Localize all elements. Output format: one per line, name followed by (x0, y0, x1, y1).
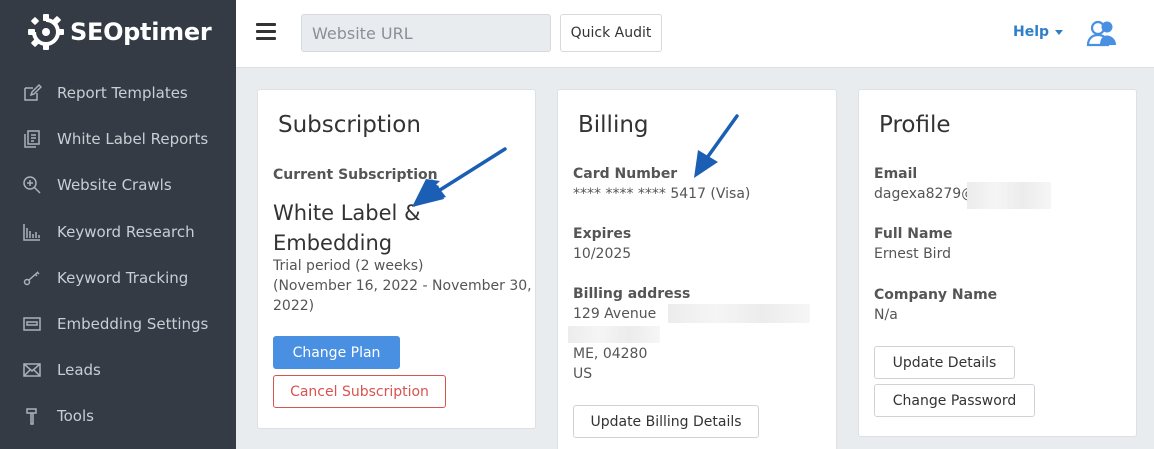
update-details-button[interactable]: Update Details (874, 346, 1015, 379)
sidebar-item-label: Website Crawls (57, 176, 172, 195)
card-number-value: **** **** **** 5417 (Visa) (573, 186, 751, 202)
annotation-arrow-icon (694, 114, 739, 178)
mail-icon (23, 363, 41, 377)
company-name-label: Company Name (874, 287, 998, 303)
help-label: Help (1013, 24, 1050, 40)
trial-dates-text: (November 16, 2022 - November 30, (273, 278, 532, 294)
change-password-button[interactable]: Change Password (874, 384, 1035, 417)
sidebar-item-keyword-tracking[interactable]: Keyword Tracking (0, 255, 236, 301)
change-plan-button[interactable]: Change Plan (273, 336, 400, 369)
sidebar-item-label: Leads (57, 361, 101, 380)
address-line-3: ME, 04280 (573, 346, 648, 362)
embed-icon (23, 317, 41, 331)
website-url-input[interactable] (301, 14, 551, 52)
hammer-icon (26, 408, 37, 426)
sidebar-nav: Report Templates White Label Reports Web… (0, 70, 236, 440)
plan-name-line1: White Label & (273, 201, 421, 225)
plan-name-line2: Embedding (273, 231, 393, 255)
help-dropdown[interactable]: Help (1013, 24, 1064, 40)
logo[interactable]: SEOptimer (28, 12, 212, 52)
update-billing-details-button[interactable]: Update Billing Details (573, 405, 759, 438)
email-label: Email (874, 166, 918, 182)
profile-card: Profile Email dagexa8279@ Full Name Erne… (858, 89, 1137, 437)
sidebar-item-label: Tools (57, 407, 94, 426)
copy-icon (24, 130, 40, 149)
redacted-email-domain (967, 182, 1051, 209)
sidebar-item-white-label-reports[interactable]: White Label Reports (0, 116, 236, 162)
address-line-1: 129 Avenue (573, 306, 657, 322)
subscription-title: Subscription (278, 112, 421, 138)
sidebar-item-embedding-settings[interactable]: Embedding Settings (0, 301, 236, 347)
annotation-arrow-icon (412, 147, 507, 207)
sidebar-item-tools[interactable]: Tools (0, 393, 236, 439)
full-name-value: Ernest Bird (874, 246, 951, 262)
key-icon (23, 271, 40, 286)
sidebar-item-website-crawls[interactable]: Website Crawls (0, 162, 236, 208)
quick-audit-button[interactable]: Quick Audit (560, 14, 662, 52)
logo-text: SEOptimer (70, 18, 212, 46)
email-value: dagexa8279@ (874, 186, 976, 202)
sidebar-item-leads[interactable]: Leads (0, 347, 236, 393)
subscription-card: Subscription Current Subscription White … (257, 89, 536, 429)
gear-logo-icon (28, 14, 64, 50)
card-number-label: Card Number (573, 166, 678, 182)
menu-toggle-icon[interactable] (256, 23, 276, 41)
profile-title: Profile (879, 112, 951, 138)
edit-icon (24, 84, 42, 101)
trial-period-text: Trial period (2 weeks) (273, 258, 424, 274)
company-name-value: N/a (874, 307, 898, 323)
address-line-4: US (573, 366, 593, 382)
sidebar-item-label: Keyword Tracking (57, 268, 189, 287)
sidebar-item-label: White Label Reports (57, 130, 209, 149)
sidebar-item-label: Report Templates (57, 84, 188, 103)
zoom-icon (23, 176, 41, 194)
redacted-address (668, 304, 810, 323)
users-icon[interactable] (1086, 18, 1118, 48)
bar-chart-icon (23, 223, 40, 241)
topbar: Quick Audit Help (236, 0, 1154, 68)
expires-label: Expires (573, 226, 632, 242)
expires-value: 10/2025 (573, 246, 632, 262)
cancel-subscription-button[interactable]: Cancel Subscription (273, 375, 446, 408)
sidebar-item-report-templates[interactable]: Report Templates (0, 70, 236, 116)
sidebar-item-keyword-research[interactable]: Keyword Research (0, 209, 236, 255)
sidebar: SEOptimer Report Templates White Label R… (0, 0, 236, 449)
billing-address-label: Billing address (573, 286, 691, 302)
caret-down-icon (1055, 29, 1064, 35)
billing-title: Billing (578, 112, 649, 138)
sidebar-item-label: Embedding Settings (57, 315, 209, 334)
full-name-label: Full Name (874, 226, 953, 242)
sidebar-item-label: Keyword Research (57, 222, 195, 241)
redacted-address-line-2 (568, 326, 660, 343)
trial-dates-text-end: 2022) (273, 298, 315, 314)
